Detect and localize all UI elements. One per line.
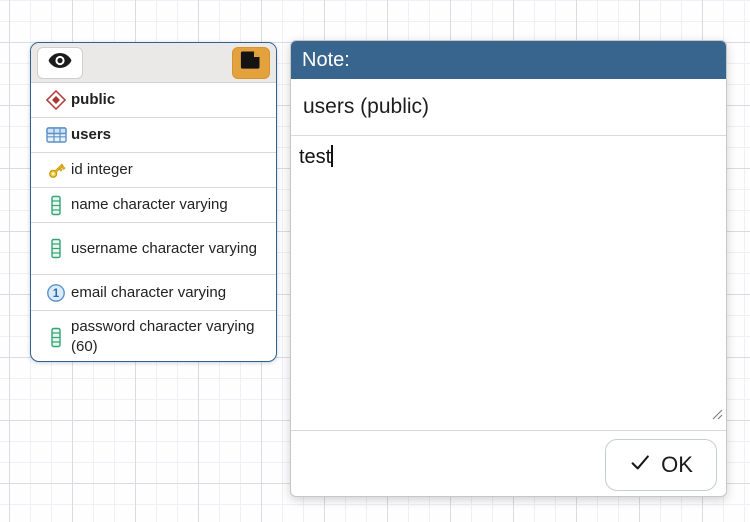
note-dialog-titlebar[interactable]: Note: (291, 41, 726, 79)
schema-row: public (31, 83, 276, 118)
column-label: name character varying (71, 195, 268, 215)
table-node-users[interactable]: public users (30, 42, 277, 362)
schema-label: public (71, 90, 268, 110)
column-row-password: password character varying (60) (31, 311, 276, 362)
note-dialog: Note: users (public) test OK (290, 40, 727, 497)
column-row-username: username character varying (31, 223, 276, 275)
eye-icon (48, 52, 72, 74)
note-dialog-title: Note: (302, 49, 350, 72)
note-textarea[interactable]: test (291, 136, 726, 431)
note-button[interactable] (232, 47, 270, 79)
column-row-name: name character varying (31, 188, 276, 223)
primary-key-icon (41, 160, 71, 181)
resize-handle-icon[interactable] (710, 401, 723, 427)
column-label: username character varying (71, 239, 268, 259)
column-icon (41, 238, 71, 259)
table-node-toolbar (31, 43, 276, 83)
toggle-details-button[interactable] (37, 47, 83, 79)
ok-button[interactable]: OK (605, 439, 717, 491)
svg-text:1: 1 (53, 288, 60, 300)
note-icon (240, 50, 262, 75)
note-target-label: users (public) (303, 95, 429, 119)
erd-canvas[interactable]: public users (0, 0, 750, 522)
column-label: id integer (71, 160, 268, 180)
unique-index-1-icon: 1 (41, 283, 71, 303)
column-icon (41, 327, 71, 348)
text-caret (331, 145, 333, 167)
check-icon (629, 451, 651, 479)
table-grid-icon (41, 126, 71, 144)
column-row-id: id integer (31, 153, 276, 188)
schema-diamond-icon (41, 90, 71, 110)
note-dialog-footer: OK (291, 431, 726, 496)
table-label: users (71, 125, 268, 145)
note-textarea-value: test (299, 146, 331, 168)
column-label: password character varying (60) (71, 317, 268, 357)
ok-button-label: OK (661, 452, 693, 478)
table-row: users (31, 118, 276, 153)
note-dialog-subtitle: users (public) (291, 79, 726, 136)
column-icon (41, 195, 71, 216)
column-row-email: 1 email character varying (31, 275, 276, 311)
column-label: email character varying (71, 283, 268, 303)
